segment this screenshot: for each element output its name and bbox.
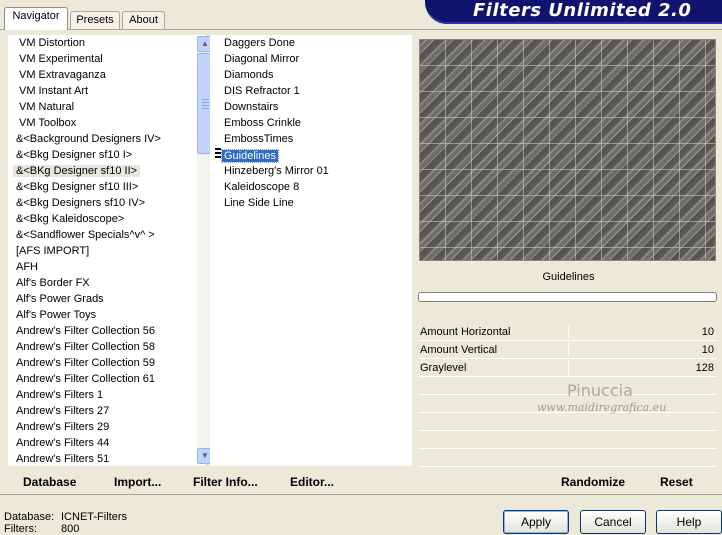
filter-name-label: Guidelines bbox=[542, 271, 595, 283]
list-item[interactable]: &<Bkg Designer sf10 I> bbox=[8, 147, 194, 163]
editor-button[interactable]: Editor... bbox=[290, 475, 334, 489]
watermark-site: www.maidiregrafica.eu bbox=[537, 401, 667, 414]
param-label: Amount Vertical bbox=[420, 344, 498, 356]
list-item-selected[interactable]: Guidelines bbox=[220, 148, 329, 164]
command-bar: Database Import... Filter Info... Editor… bbox=[8, 469, 722, 493]
category-panel: VM Distortion VM Experimental VM Extrava… bbox=[8, 35, 213, 466]
list-item[interactable]: Andrew's Filters 27 bbox=[8, 403, 194, 419]
list-item[interactable]: Andrew's Filter Collection 59 bbox=[8, 355, 194, 371]
tab-divider bbox=[0, 29, 722, 30]
tab-presets[interactable]: Presets bbox=[70, 11, 120, 29]
list-item[interactable]: VM Instant Art bbox=[8, 83, 194, 99]
list-item[interactable]: &<Background Designers IV> bbox=[8, 131, 194, 147]
preview-image[interactable] bbox=[419, 39, 716, 261]
list-item[interactable]: Diamonds bbox=[220, 67, 329, 83]
list-item[interactable]: Downstairs bbox=[220, 99, 329, 115]
filter-list[interactable]: Daggers Done Diagonal Mirror Diamonds DI… bbox=[220, 35, 329, 211]
list-item[interactable]: Alf's Border FX bbox=[8, 275, 194, 291]
import-button[interactable]: Import... bbox=[114, 475, 161, 489]
list-item[interactable]: &<Bkg Kaleidoscope> bbox=[8, 211, 194, 227]
slider-tick bbox=[568, 361, 569, 375]
list-item[interactable]: Andrew's Filters 51 bbox=[8, 451, 194, 466]
param-slider-amount-horizontal[interactable]: Amount Horizontal 10 bbox=[418, 323, 717, 341]
randomize-button[interactable]: Randomize bbox=[561, 475, 625, 489]
list-item[interactable]: Andrew's Filter Collection 58 bbox=[8, 339, 194, 355]
list-item[interactable]: Daggers Done bbox=[220, 35, 329, 51]
filter-info-button[interactable]: Filter Info... bbox=[193, 475, 258, 489]
list-item[interactable]: VM Natural bbox=[8, 99, 194, 115]
preview-panel: Guidelines Amount Horizontal 10 Amount V… bbox=[415, 35, 722, 467]
status-database-label: Database: bbox=[4, 511, 55, 523]
list-item[interactable]: Andrew's Filter Collection 56 bbox=[8, 323, 194, 339]
param-label: Graylevel bbox=[420, 362, 467, 374]
database-button[interactable]: Database bbox=[23, 475, 76, 489]
list-item[interactable]: Andrew's Filters 44 bbox=[8, 435, 194, 451]
param-value: 10 bbox=[701, 344, 714, 356]
list-item[interactable]: Alf's Power Toys bbox=[8, 307, 194, 323]
param-slider-amount-vertical[interactable]: Amount Vertical 10 bbox=[418, 341, 717, 359]
list-item[interactable]: DIS Refractor 1 bbox=[220, 83, 329, 99]
cancel-button[interactable]: Cancel bbox=[580, 510, 646, 534]
param-value: 128 bbox=[695, 362, 714, 374]
apply-button[interactable]: Apply bbox=[503, 510, 569, 534]
app-banner: Filters Unlimited 2.0 bbox=[425, 0, 722, 24]
param-slider-graylevel[interactable]: Graylevel 128 bbox=[418, 359, 717, 377]
param-slot-empty bbox=[418, 413, 717, 431]
app-title: Filters Unlimited 2.0 bbox=[473, 0, 692, 21]
slider-tick bbox=[568, 325, 569, 339]
tab-navigator[interactable]: Navigator bbox=[4, 7, 68, 30]
list-item[interactable]: Andrew's Filters 1 bbox=[8, 387, 194, 403]
category-list[interactable]: VM Distortion VM Experimental VM Extrava… bbox=[8, 35, 194, 466]
list-item[interactable]: VM Toolbox bbox=[8, 115, 194, 131]
param-value: 10 bbox=[701, 326, 714, 338]
list-item[interactable]: AFH bbox=[8, 259, 194, 275]
list-item[interactable]: Line Side Line bbox=[220, 195, 329, 211]
footer-divider bbox=[0, 494, 722, 495]
list-item[interactable]: &<Bkg Designer sf10 III> bbox=[8, 179, 194, 195]
list-item[interactable]: Hinzeberg's Mirror 01 bbox=[220, 163, 329, 179]
status-filters-label: Filters: bbox=[4, 523, 37, 535]
list-item[interactable]: Kaleidoscope 8 bbox=[220, 179, 329, 195]
list-item[interactable]: &<Bkg Designers sf10 IV> bbox=[8, 195, 194, 211]
list-item[interactable]: [AFS IMPORT] bbox=[8, 243, 194, 259]
param-label: Amount Horizontal bbox=[420, 326, 511, 338]
list-item[interactable]: Diagonal Mirror bbox=[220, 51, 329, 67]
list-item[interactable]: &<Sandflower Specials^v^ > bbox=[8, 227, 194, 243]
list-item[interactable]: VM Extravaganza bbox=[8, 67, 194, 83]
slider-tick bbox=[568, 343, 569, 357]
param-slot-empty bbox=[418, 449, 717, 467]
list-item[interactable]: Alf's Power Grads bbox=[8, 291, 194, 307]
list-item[interactable]: Emboss Crinkle bbox=[220, 115, 329, 131]
list-item[interactable]: Andrew's Filter Collection 61 bbox=[8, 371, 194, 387]
list-item[interactable]: VM Distortion bbox=[8, 35, 194, 51]
list-item-selected[interactable]: &<BKg Designer sf10 II> bbox=[8, 163, 194, 179]
param-slot-empty bbox=[418, 431, 717, 449]
help-button[interactable]: Help bbox=[656, 510, 722, 534]
status-database-value: ICNET-Filters bbox=[61, 511, 127, 523]
reset-button[interactable]: Reset bbox=[660, 475, 693, 489]
list-item[interactable]: EmbossTimes bbox=[220, 131, 329, 147]
list-item[interactable]: VM Experimental bbox=[8, 51, 194, 67]
filter-panel: Daggers Done Diagonal Mirror Diamonds DI… bbox=[210, 35, 412, 466]
list-item[interactable]: Andrew's Filters 29 bbox=[8, 419, 194, 435]
watermark-name: Pinuccia bbox=[567, 381, 633, 400]
progress-bar bbox=[418, 292, 717, 302]
status-filters-value: 800 bbox=[61, 523, 80, 535]
tab-about[interactable]: About bbox=[122, 11, 165, 29]
status-area: Database: ICNET-Filters Filters: 800 bbox=[4, 511, 127, 535]
